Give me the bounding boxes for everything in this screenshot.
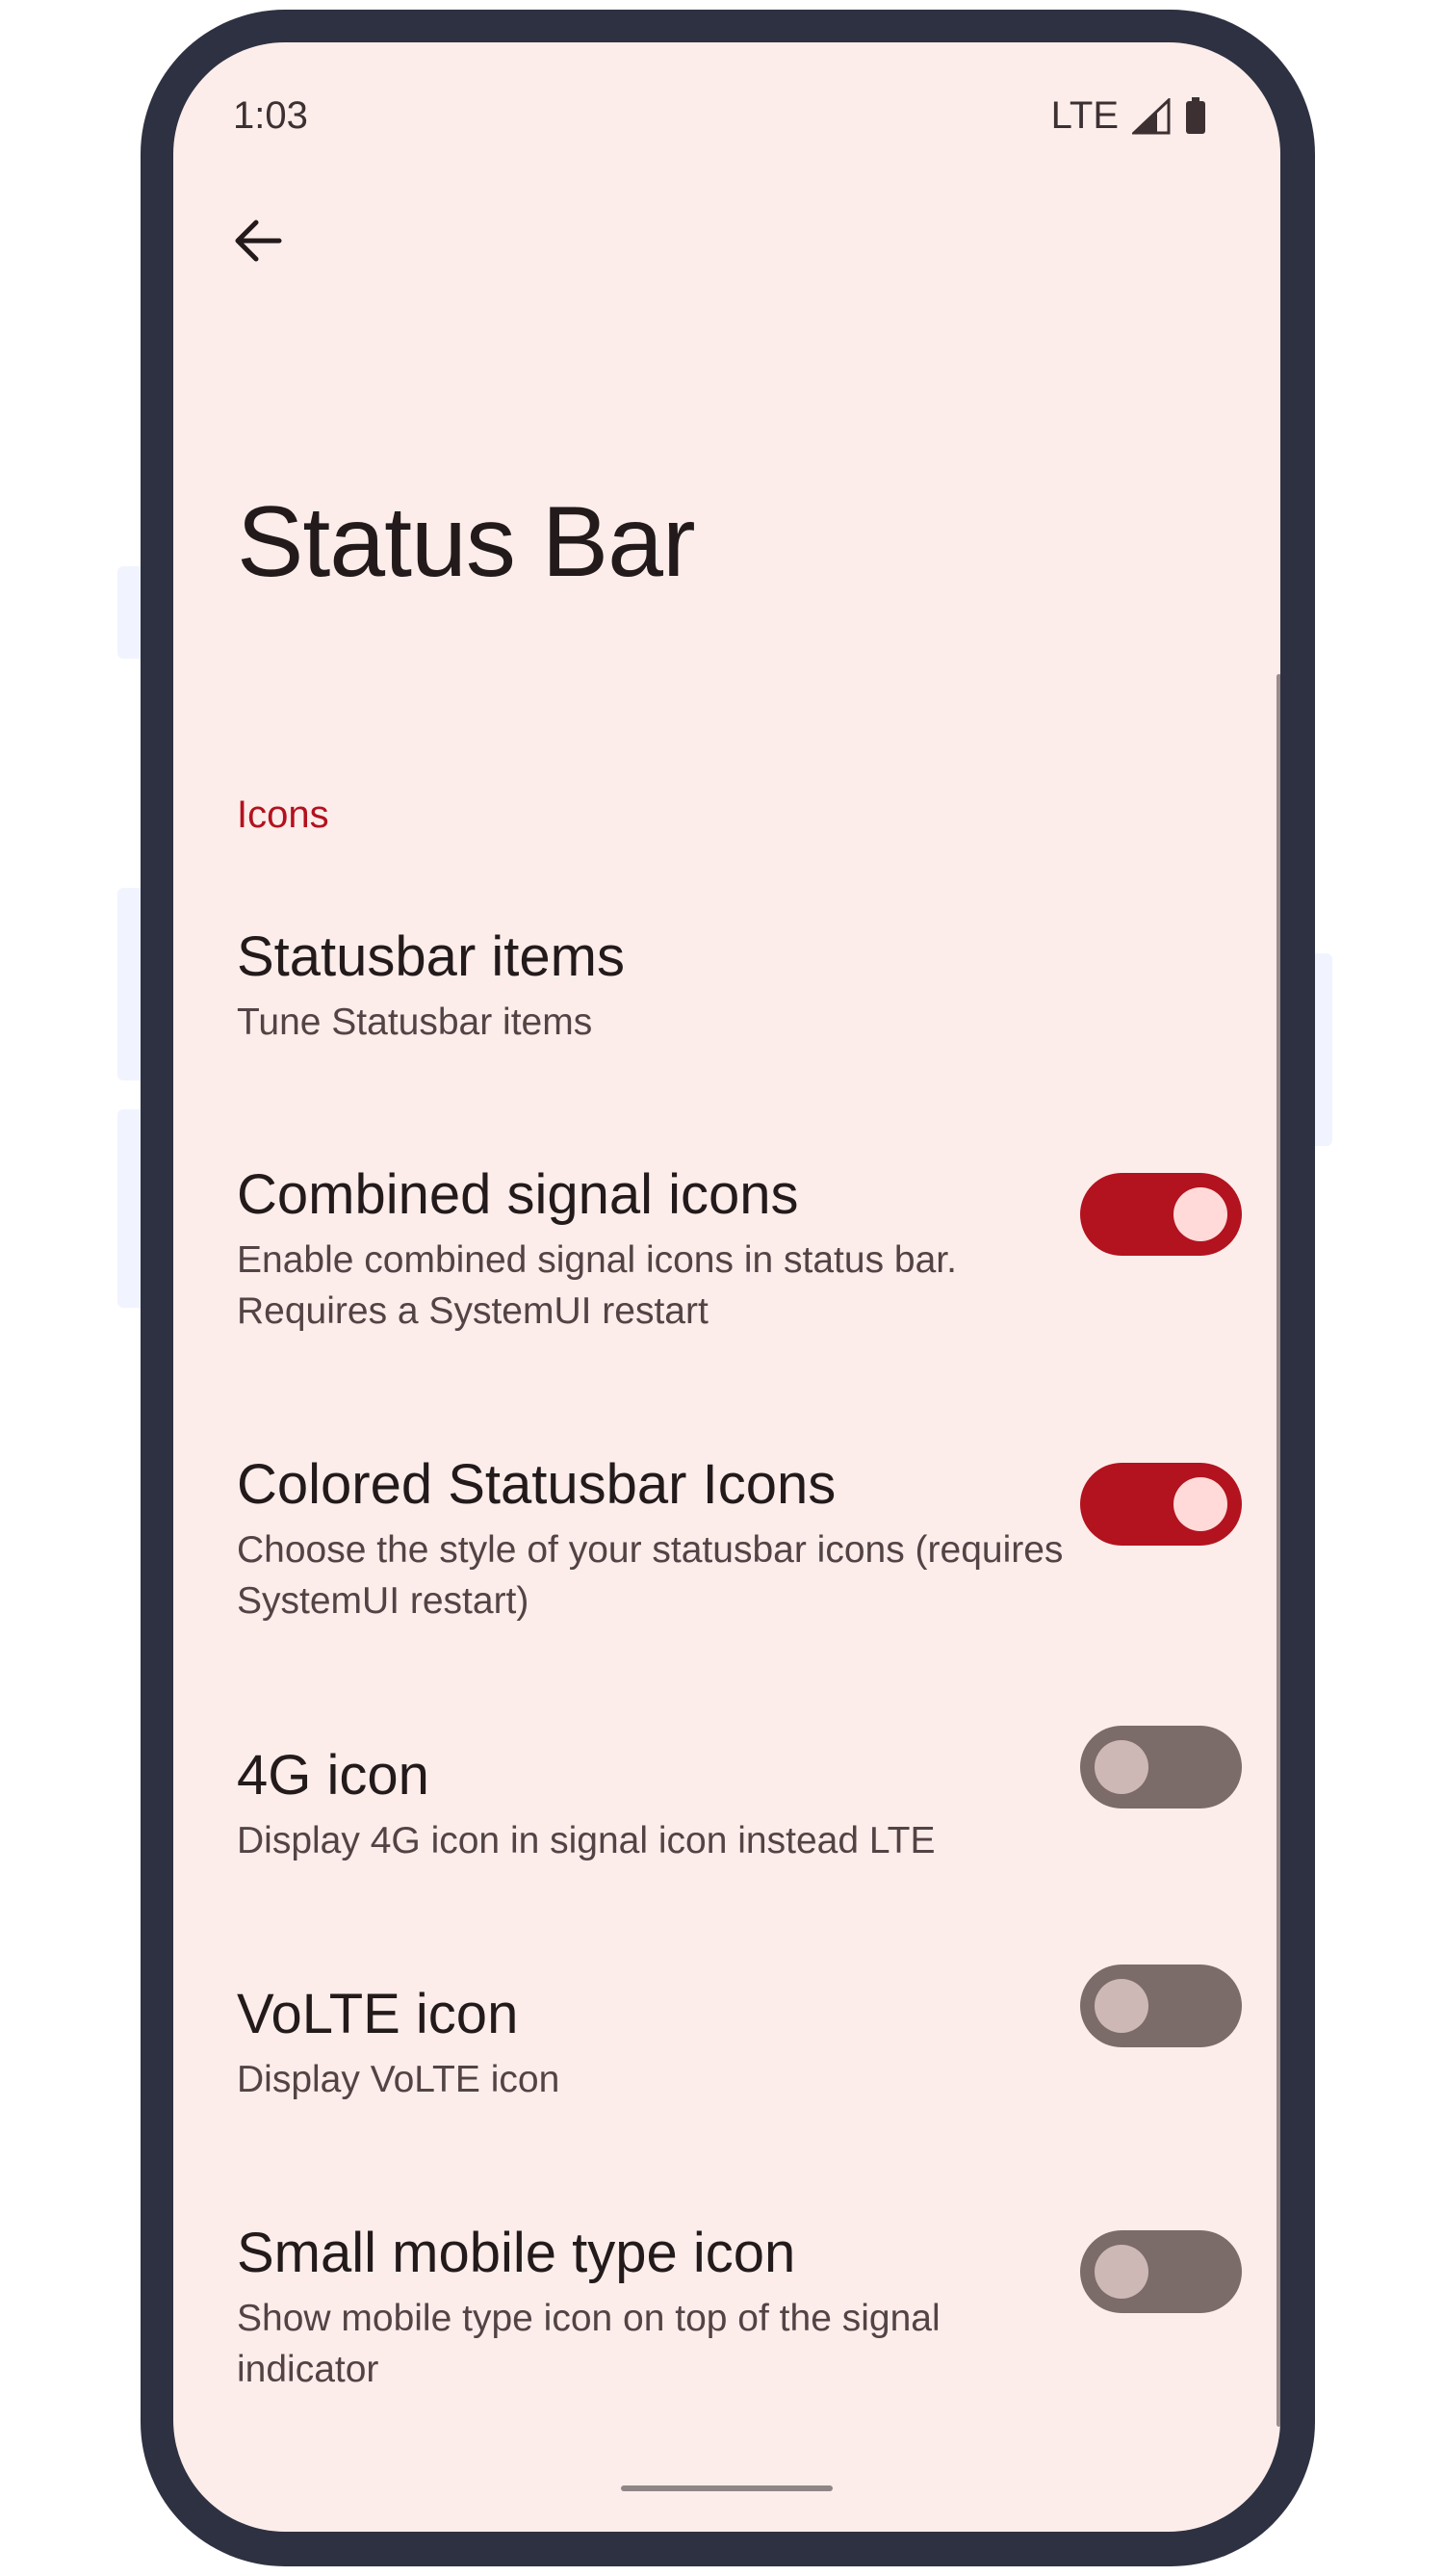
section-header-icons: Icons	[237, 794, 329, 836]
device-screen: 1:03 LTE Status Bar Icons Statusbar item…	[173, 42, 1280, 2532]
network-type-label: LTE	[1050, 94, 1119, 137]
back-button[interactable]	[219, 204, 297, 281]
4g-icon-switch[interactable]	[1080, 1726, 1242, 1808]
pref-title: Statusbar items	[237, 925, 625, 988]
status-time: 1:03	[233, 94, 308, 137]
status-bar: 1:03 LTE	[173, 42, 1280, 187]
pref-title: 4G icon	[237, 1744, 429, 1807]
switch-thumb	[1095, 1740, 1148, 1794]
pref-summary: Display VoLTE icon	[237, 2059, 560, 2100]
scrollbar[interactable]	[1276, 674, 1280, 2427]
page-title: Status Bar	[237, 486, 696, 598]
switch-thumb	[1095, 2245, 1148, 2299]
pref-summary: Enable combined signal icons in status b…	[237, 1239, 957, 1332]
colored-statusbar-icons-switch[interactable]	[1080, 1463, 1242, 1546]
signal-icon	[1132, 97, 1171, 135]
pref-colored-statusbar-icons[interactable]: Colored Statusbar Icons Choose the style…	[237, 1451, 1228, 1626]
combined-signal-icons-switch[interactable]	[1080, 1173, 1242, 1256]
pref-title: VoLTE icon	[237, 1983, 519, 2045]
pref-summary: Show mobile type icon on top of the sign…	[237, 2298, 941, 2390]
volte-icon-switch[interactable]	[1080, 1965, 1242, 2047]
pref-statusbar-items[interactable]: Statusbar items Tune Statusbar items	[237, 924, 1228, 1048]
gesture-nav-handle[interactable]	[621, 2485, 833, 2491]
pref-summary: Choose the style of your statusbar icons…	[237, 1529, 1064, 1622]
switch-thumb	[1173, 1477, 1227, 1531]
battery-icon	[1184, 96, 1207, 136]
switch-thumb	[1173, 1187, 1227, 1241]
pref-combined-signal-icons[interactable]: Combined signal icons Enable combined si…	[237, 1161, 1228, 1337]
pref-small-mobile-type-icon[interactable]: Small mobile type icon Show mobile type …	[237, 2220, 1228, 2395]
switch-thumb	[1095, 1979, 1148, 2033]
status-indicators: LTE	[1051, 94, 1207, 138]
pref-summary: Tune Statusbar items	[237, 1002, 593, 1043]
arrow-back-icon	[231, 214, 285, 273]
small-mobile-type-icon-switch[interactable]	[1080, 2230, 1242, 2313]
pref-summary: Display 4G icon in signal icon instead L…	[237, 1820, 936, 1861]
